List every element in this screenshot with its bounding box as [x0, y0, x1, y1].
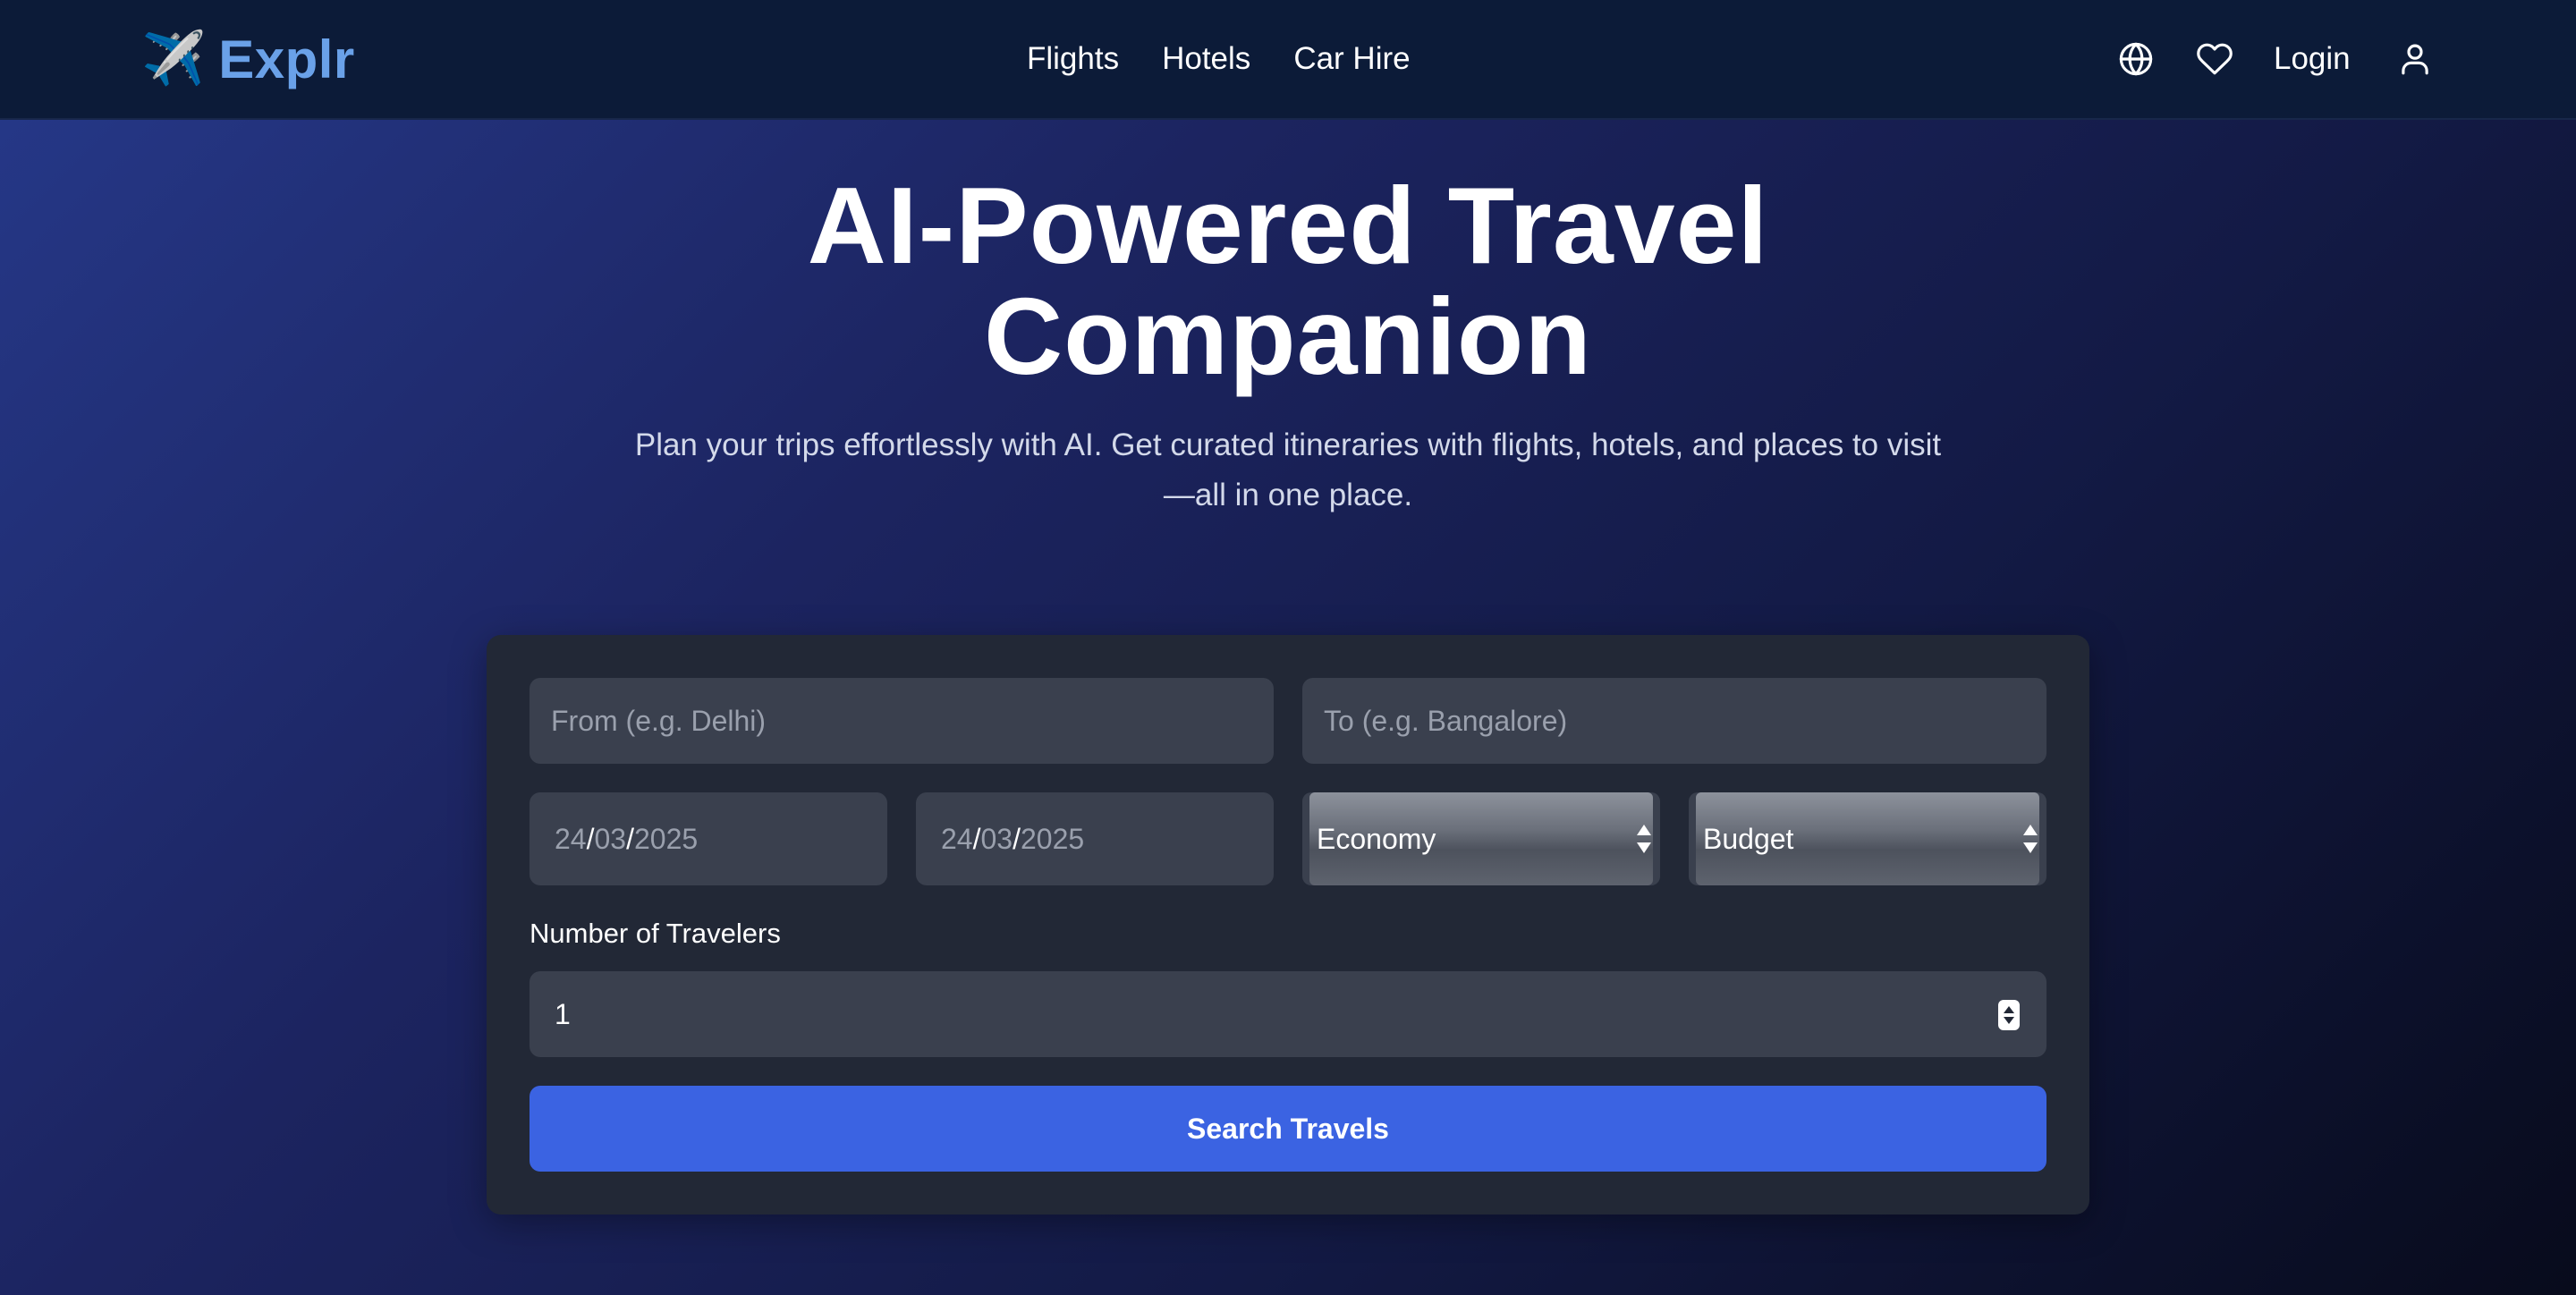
depart-date-day: 24 [555, 822, 587, 855]
hero-subtitle-line-1: Plan your trips effortlessly with AI. Ge… [634, 427, 1942, 462]
hero-subtitle-line-2: —all in one place. [1163, 478, 1413, 512]
select-arrows-icon [2023, 825, 2038, 853]
login-link[interactable]: Login [2274, 41, 2351, 77]
travelers-value: 1 [555, 997, 571, 1030]
number-spinner-icon[interactable] [1998, 1000, 2020, 1030]
hero-title-line-2: Companion [984, 275, 1592, 397]
travel-class-value: Economy [1317, 823, 1436, 855]
return-date-input[interactable]: 24/03/2025 [916, 792, 1274, 885]
date-separator: / [626, 822, 634, 855]
airplane-icon: ✈️ [141, 30, 207, 88]
travelers-number-input[interactable]: 1 [530, 971, 2046, 1057]
select-arrows-icon [1637, 825, 1651, 853]
hero-subtitle: Plan your trips effortlessly with AI. Ge… [590, 420, 1986, 521]
depart-date-year: 2025 [633, 822, 699, 855]
return-date-year: 2025 [1020, 822, 1085, 855]
date-separator: / [586, 822, 595, 855]
from-input[interactable] [530, 678, 1274, 764]
search-form-card: 24/03/2025 24/03/2025 Economy Budget Num… [487, 635, 2089, 1215]
nav-links: Flights Hotels Car Hire [1027, 34, 1411, 84]
travel-class-select[interactable]: Economy [1302, 792, 1660, 885]
hero-title-line-1: AI-Powered Travel [807, 165, 1769, 286]
logo-text: Explr [218, 29, 355, 89]
to-input[interactable] [1302, 678, 2046, 764]
nav-link-car-hire[interactable]: Car Hire [1293, 41, 1410, 77]
hero-title: AI-Powered Travel Companion [572, 170, 2004, 392]
nav-actions: Login [2116, 30, 2435, 88]
return-date-month: 03 [980, 822, 1013, 855]
date-separator: / [972, 822, 981, 855]
nav-link-hotels[interactable]: Hotels [1162, 41, 1250, 77]
search-travels-button[interactable]: Search Travels [530, 1086, 2046, 1172]
return-date-day: 24 [941, 822, 973, 855]
date-separator: / [1013, 822, 1021, 855]
logo[interactable]: ✈️ Explr [141, 25, 355, 93]
depart-date-month: 03 [594, 822, 627, 855]
heart-icon[interactable] [2195, 39, 2234, 79]
top-navbar: ✈️ Explr Flights Hotels Car Hire Login [0, 0, 2576, 120]
budget-value: Budget [1703, 823, 1794, 855]
nav-link-flights[interactable]: Flights [1027, 41, 1119, 77]
budget-select[interactable]: Budget [1689, 792, 2046, 885]
globe-icon[interactable] [2116, 39, 2156, 79]
depart-date-input[interactable]: 24/03/2025 [530, 792, 887, 885]
user-icon[interactable] [2395, 39, 2435, 79]
travelers-label: Number of Travelers [530, 918, 781, 949]
